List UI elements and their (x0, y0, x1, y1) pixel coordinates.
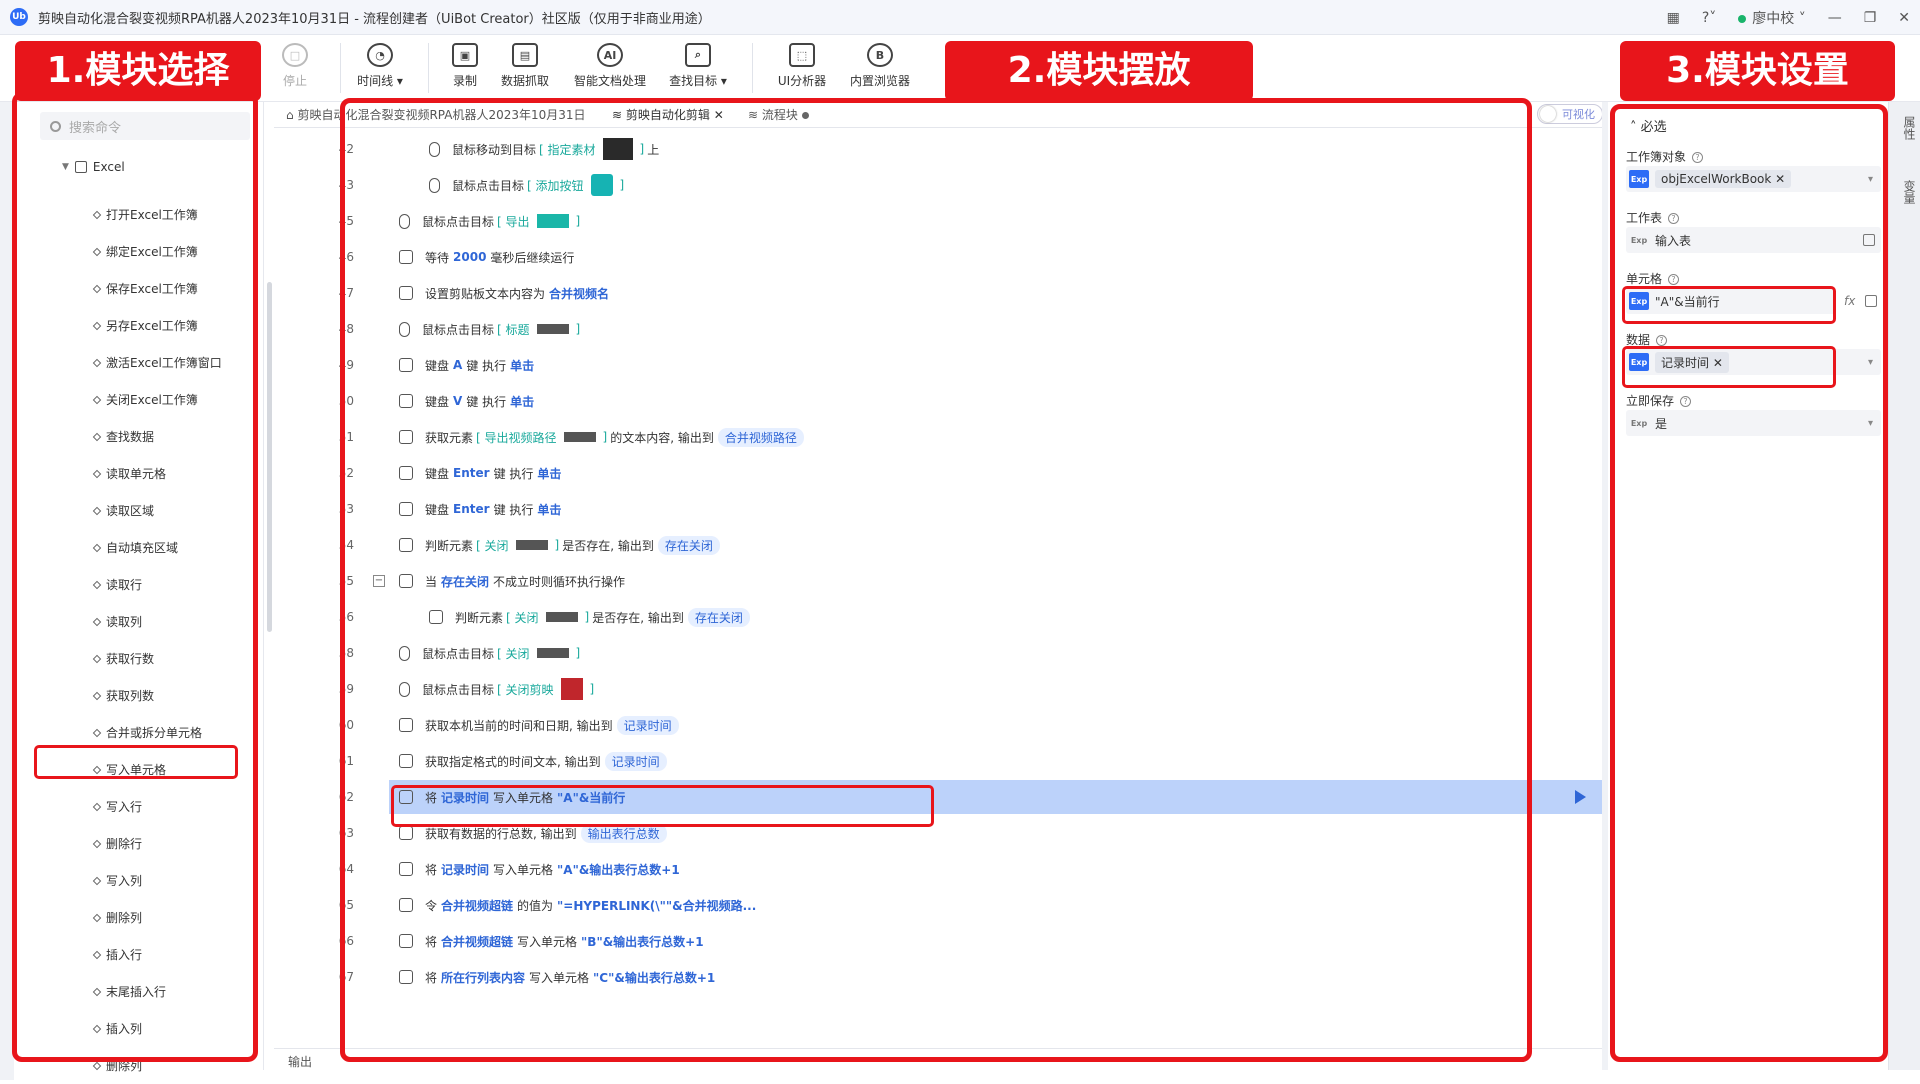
collapse-toggle-icon[interactable]: − (373, 575, 385, 587)
toggle-knob (1540, 106, 1556, 122)
browser-icon: B (867, 43, 893, 67)
visualize-label: 可视化 (1562, 108, 1595, 121)
smart-doc-button[interactable]: AI 智能文档处理 (565, 41, 655, 89)
smart-doc-label: 智能文档处理 (573, 74, 646, 88)
annotation-box-command (34, 745, 238, 779)
callout-module-select: 1.模块选择 (15, 41, 261, 101)
record-icon: ▣ (452, 43, 478, 67)
restore-button[interactable]: ❐ (1864, 10, 1877, 26)
find-target-button[interactable]: ⌕ 查找目标 ▾ (658, 41, 738, 89)
stop-icon: □ (282, 43, 308, 67)
scrape-icon: ▤ (512, 43, 538, 67)
clock-icon: ◔ (367, 43, 393, 67)
grid-icon[interactable]: ▦ (1667, 10, 1680, 26)
help-icon[interactable]: ?˅ (1702, 10, 1716, 26)
visualize-toggle[interactable]: 可视化 (1537, 104, 1603, 124)
variables-side-tab[interactable]: 变量 (1901, 180, 1918, 204)
annotation-frame-center (340, 98, 1532, 1062)
callout-module-settings: 3.模块设置 (1620, 41, 1895, 101)
stop-label: 停止 (282, 74, 307, 88)
user-menu[interactable]: 廖中校 ˅ (1738, 8, 1806, 28)
annotation-box-cell (1622, 286, 1836, 324)
diamond-icon (92, 1061, 102, 1070)
output-label: 输出 (288, 1055, 313, 1069)
annotation-box-data (1622, 346, 1836, 388)
ui-analyzer-button[interactable]: ⬚ UI分析器 (762, 41, 842, 89)
callout-module-place: 2.模块摆放 (945, 41, 1253, 101)
minimize-button[interactable]: — (1828, 10, 1842, 26)
data-scrape-button[interactable]: ▤ 数据抓取 (485, 41, 565, 89)
timeline-label: 时间线 (357, 74, 394, 88)
stop-button[interactable]: □ 停止 (255, 41, 335, 89)
title-bar: Ub 剪映自动化混合裂变视频RPA机器人2023年10月31日 - 流程创建者（… (0, 0, 1920, 35)
app-logo-icon: Ub (10, 8, 28, 26)
ai-doc-icon: AI (597, 43, 623, 67)
data-scrape-label: 数据抓取 (500, 74, 549, 88)
run-step-icon[interactable] (1575, 790, 1586, 804)
properties-side-tab[interactable]: 属性 (1901, 116, 1918, 140)
find-target-label: 查找目标 (669, 74, 718, 88)
online-dot-icon (1738, 14, 1747, 23)
browser-label: 内置浏览器 (849, 74, 910, 88)
record-label: 录制 (452, 74, 477, 88)
timeline-button[interactable]: ◔ 时间线 ▾ (340, 41, 420, 89)
find-target-icon: ⌕ (685, 43, 711, 67)
browser-button[interactable]: B 内置浏览器 (840, 41, 920, 89)
window-title: 剪映自动化混合裂变视频RPA机器人2023年10月31日 - 流程创建者（UiB… (38, 11, 711, 27)
close-button[interactable]: ✕ (1898, 10, 1910, 26)
command-list-scrollbar[interactable] (267, 282, 272, 632)
right-side-tabs: 属性 变量 (1888, 102, 1920, 1070)
ui-analyzer-icon: ⬚ (789, 43, 815, 67)
annotation-box-row (391, 785, 934, 827)
user-name: 廖中校 (1752, 10, 1795, 27)
annotation-frame-right (1610, 104, 1888, 1062)
ui-analyzer-label: UI分析器 (777, 74, 827, 88)
annotation-frame-left (12, 92, 258, 1062)
